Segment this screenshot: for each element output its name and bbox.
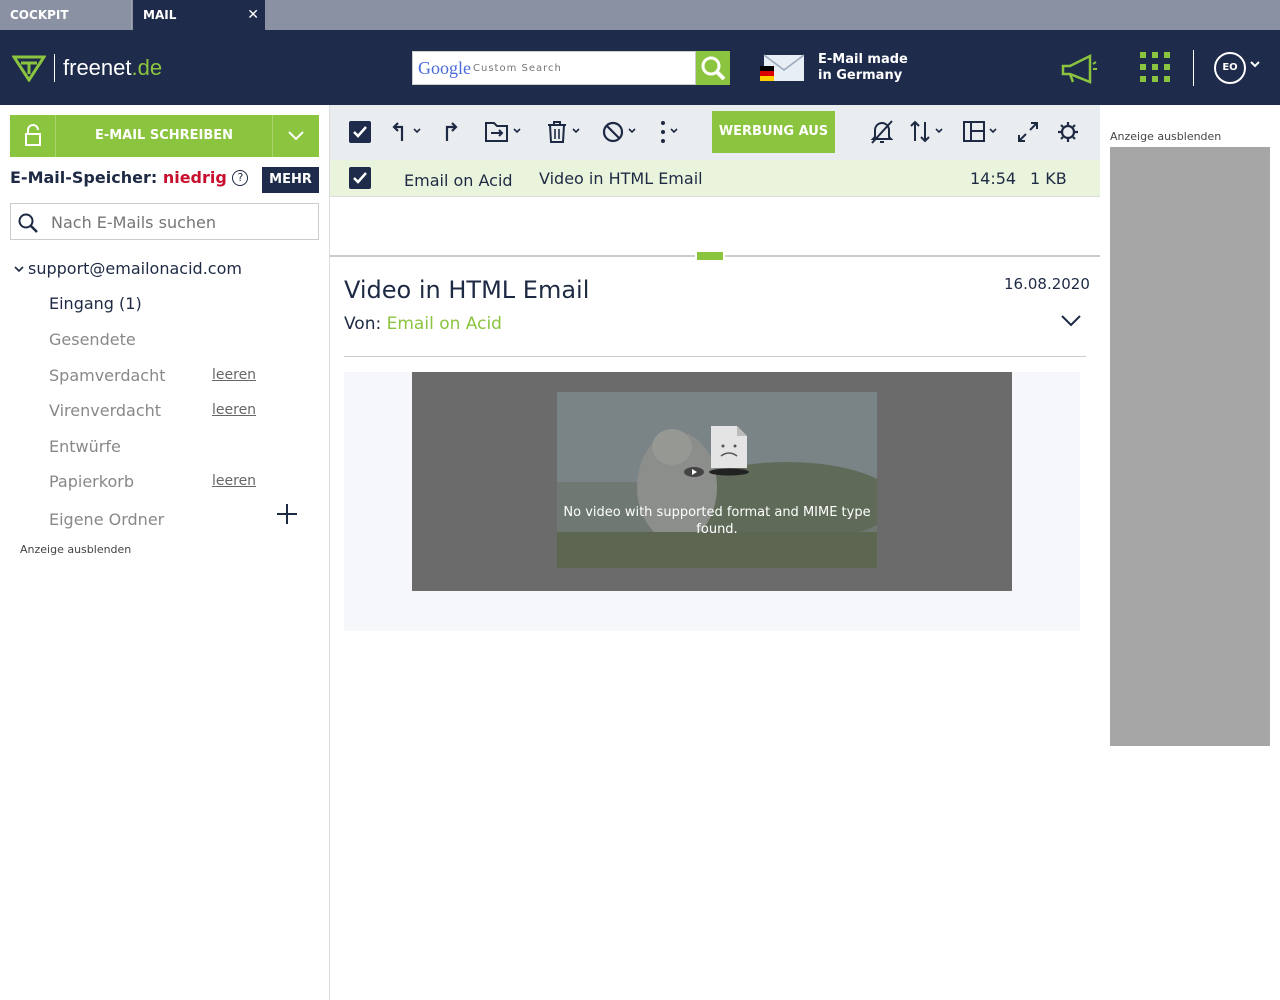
message-date: 16.08.2020 (1004, 275, 1090, 293)
account-item[interactable]: support@emailonacid.com (14, 259, 242, 278)
message-from: Von: Email on Acid (344, 314, 502, 334)
compose-dropdown-button[interactable] (272, 115, 319, 157)
apps-grid-icon[interactable] (1139, 51, 1171, 83)
freenet-logo[interactable]: freenet.de (12, 52, 162, 84)
header-divider (344, 356, 1086, 357)
reply-icon[interactable] (390, 119, 424, 145)
fullscreen-icon[interactable] (1016, 119, 1040, 145)
google-search-input[interactable] (473, 56, 683, 80)
hide-ad-link-right[interactable]: Anzeige ausblenden (1110, 130, 1221, 143)
resize-handle[interactable] (695, 250, 725, 262)
hide-ad-link[interactable]: Anzeige ausblenden (20, 543, 131, 556)
folder-papierkorb[interactable]: Papierkorb (49, 472, 134, 491)
table-row[interactable]: Email on Acid Video in HTML Email 14:54 … (330, 160, 1100, 197)
mail-toolbar: WERBUNG AUS (330, 105, 1100, 160)
trash-icon[interactable] (545, 119, 585, 145)
chevron-down-icon (288, 131, 304, 141)
folder-eingang[interactable]: Eingang (1) (49, 294, 142, 313)
tab-cockpit[interactable]: COCKPIT (0, 0, 132, 30)
mail-sender: Email on Acid (404, 171, 513, 190)
settings-icon[interactable] (1056, 119, 1080, 145)
mail-size: 1 KB (1030, 169, 1067, 188)
storage-value: niedrig (162, 168, 227, 187)
video-poster (557, 392, 877, 568)
search-icon (18, 213, 38, 233)
sidebar: E-MAIL SCHREIBEN E-Mail-Speicher: niedri… (0, 105, 330, 1000)
compose-button-group: E-MAIL SCHREIBEN (10, 115, 319, 157)
tab-mail-label: MAIL (143, 8, 177, 22)
empty-viren-link[interactable]: leeren (212, 402, 256, 418)
layout-icon[interactable] (962, 119, 1002, 145)
brand-name: freenet.de (63, 55, 163, 80)
tab-mail[interactable]: MAIL ✕ (133, 0, 265, 30)
mail-time: 14:54 (970, 169, 1017, 188)
close-tab-icon[interactable]: ✕ (247, 0, 259, 30)
folder-spamverdacht[interactable]: Spamverdacht (49, 366, 165, 385)
help-icon[interactable]: ? (232, 170, 249, 186)
google-search-button[interactable] (696, 51, 730, 85)
more-icon[interactable] (657, 119, 683, 145)
mail-search-input[interactable] (51, 210, 311, 234)
werbung-aus-button[interactable]: WERBUNG AUS (712, 111, 835, 153)
logo-separator (54, 54, 55, 82)
notifications-off-icon[interactable] (870, 119, 894, 145)
made-in-germany-text: E-Mail made in Germany (818, 52, 908, 83)
video-player[interactable]: No video with supported format and MIME … (412, 372, 1012, 591)
plus-icon[interactable] (276, 503, 298, 525)
storage-label: E-Mail-Speicher: (10, 168, 158, 187)
play-button-icon[interactable] (683, 466, 705, 478)
app-tabs: COCKPIT MAIL ✕ (0, 0, 1280, 30)
empty-trash-link[interactable]: leeren (212, 473, 256, 489)
video-error-message: No video with supported format and MIME … (563, 505, 871, 537)
move-icon[interactable] (482, 119, 526, 145)
google-logo: Google (418, 58, 471, 78)
megaphone-icon[interactable] (1060, 52, 1098, 84)
account-email: support@emailonacid.com (28, 259, 242, 278)
checkbox-icon[interactable] (349, 121, 371, 143)
from-label: Von: (344, 314, 382, 334)
freenet-logo-icon (12, 55, 46, 82)
folder-gesendete[interactable]: Gesendete (49, 330, 136, 349)
video-poster-image (557, 392, 877, 568)
chevron-down-icon (14, 265, 24, 272)
right-ad-column: Anzeige ausblenden (1100, 105, 1280, 1000)
broken-file-icon (709, 426, 749, 476)
folder-entwuerfe[interactable]: Entwürfe (49, 437, 121, 456)
from-sender-link[interactable]: Email on Acid (387, 314, 502, 334)
folder-virenverdacht[interactable]: Virenverdacht (49, 401, 161, 420)
chevron-down-icon[interactable] (1060, 313, 1082, 329)
forward-icon[interactable] (442, 119, 462, 145)
sort-icon[interactable] (908, 119, 948, 145)
mehr-button[interactable]: MEHR (262, 167, 319, 193)
chevron-down-icon[interactable] (1250, 60, 1260, 68)
mail-subject: Video in HTML Email (539, 169, 703, 188)
germany-mail-icon (760, 54, 805, 81)
compose-button[interactable]: E-MAIL SCHREIBEN (56, 115, 272, 157)
block-icon[interactable] (601, 119, 641, 145)
user-avatar[interactable]: EO (1214, 52, 1246, 84)
checkbox-icon[interactable] (349, 167, 371, 189)
mail-search-box (10, 203, 319, 240)
ad-placeholder (1110, 147, 1270, 746)
header-separator (1193, 50, 1194, 86)
message-subject: Video in HTML Email (344, 276, 590, 304)
empty-spam-link[interactable]: leeren (212, 367, 256, 383)
lock-icon (25, 124, 41, 146)
storage-indicator: E-Mail-Speicher: niedrig ? (10, 168, 249, 187)
app-header: freenet.de Google E-Mail made in Germany… (0, 30, 1280, 105)
google-search-box: Google (412, 51, 696, 85)
google-search-icon (701, 56, 726, 81)
email-body: No video with supported format and MIME … (344, 372, 1080, 631)
folder-eigene-ordner[interactable]: Eigene Ordner (49, 510, 164, 529)
compose-lock-button[interactable] (10, 115, 56, 157)
